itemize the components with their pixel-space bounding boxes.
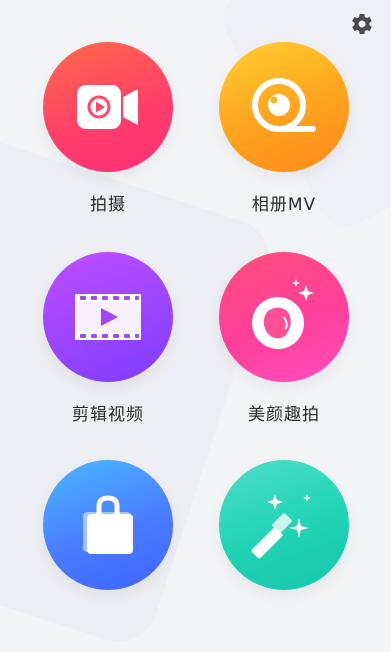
camera-lens-icon bbox=[252, 78, 316, 132]
edit-video-label: 剪辑视频 bbox=[72, 405, 144, 425]
magic-tile[interactable] bbox=[219, 460, 349, 608]
album-mv-label: 相册MV bbox=[251, 195, 317, 215]
edit-video-circle bbox=[43, 252, 173, 382]
beauty-label: 美颜趣拍 bbox=[248, 405, 320, 425]
beauty-tile[interactable]: 美颜趣拍 bbox=[219, 252, 349, 425]
video-camera-icon bbox=[77, 85, 138, 129]
beauty-face-icon bbox=[252, 279, 314, 349]
album-mv-tile[interactable]: 相册MV bbox=[219, 42, 349, 215]
edit-video-tile[interactable]: 剪辑视频 bbox=[43, 252, 173, 425]
album-mv-circle bbox=[219, 42, 349, 172]
beauty-circle bbox=[219, 252, 349, 382]
record-label: 拍摄 bbox=[90, 195, 126, 215]
film-play-icon bbox=[75, 294, 141, 340]
shop-circle bbox=[43, 460, 173, 590]
record-circle bbox=[43, 42, 173, 172]
magic-circle bbox=[219, 460, 349, 590]
magic-wand-icon bbox=[251, 494, 311, 559]
shop-tile[interactable] bbox=[43, 460, 173, 608]
settings-button[interactable] bbox=[350, 12, 374, 36]
record-tile[interactable]: 拍摄 bbox=[43, 42, 173, 215]
shopping-bag-icon bbox=[83, 495, 133, 554]
gear-icon bbox=[352, 14, 372, 35]
